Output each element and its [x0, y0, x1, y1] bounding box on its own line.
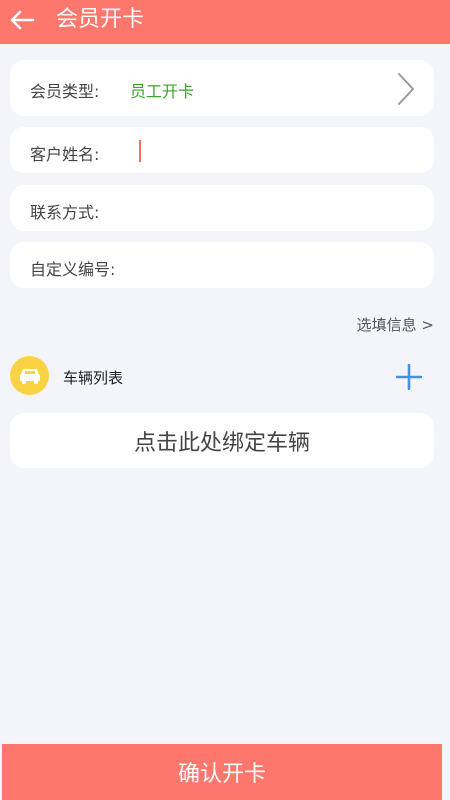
custom-number-row: 自定义编号: [10, 242, 434, 288]
arrow-left-icon [10, 10, 35, 30]
chevron-right-icon [398, 73, 414, 105]
contact-row: 联系方式: [10, 185, 434, 231]
member-type-row[interactable]: 会员类型: 员工开卡 [10, 60, 434, 116]
app-header: 会员开卡 [0, 0, 450, 44]
back-button[interactable] [0, 0, 44, 40]
text-cursor [139, 140, 141, 162]
custom-number-input[interactable] [128, 250, 418, 282]
plus-icon [396, 364, 422, 390]
contact-input[interactable] [128, 193, 418, 225]
vehicle-list-title: 车辆列表 [63, 369, 124, 387]
bind-vehicle-prompt: 点击此处绑定车辆 [133, 430, 310, 456]
car-icon [10, 356, 49, 395]
member-type-value: 员工开卡 [130, 82, 195, 101]
confirm-open-card-button[interactable]: 确认开卡 [2, 744, 442, 800]
customer-name-row: 客户姓名: [10, 127, 434, 173]
member-type-label: 会员类型: [30, 82, 100, 101]
custom-number-label: 自定义编号: [30, 260, 116, 279]
bind-vehicle-card[interactable]: 点击此处绑定车辆 [10, 413, 434, 468]
optional-info-link[interactable]: 选填信息 > [357, 314, 434, 335]
customer-name-label: 客户姓名: [30, 145, 100, 164]
page-title: 会员开卡 [56, 7, 145, 32]
customer-name-input[interactable] [128, 135, 418, 167]
contact-label: 联系方式: [30, 203, 100, 222]
add-vehicle-button[interactable] [392, 360, 426, 394]
